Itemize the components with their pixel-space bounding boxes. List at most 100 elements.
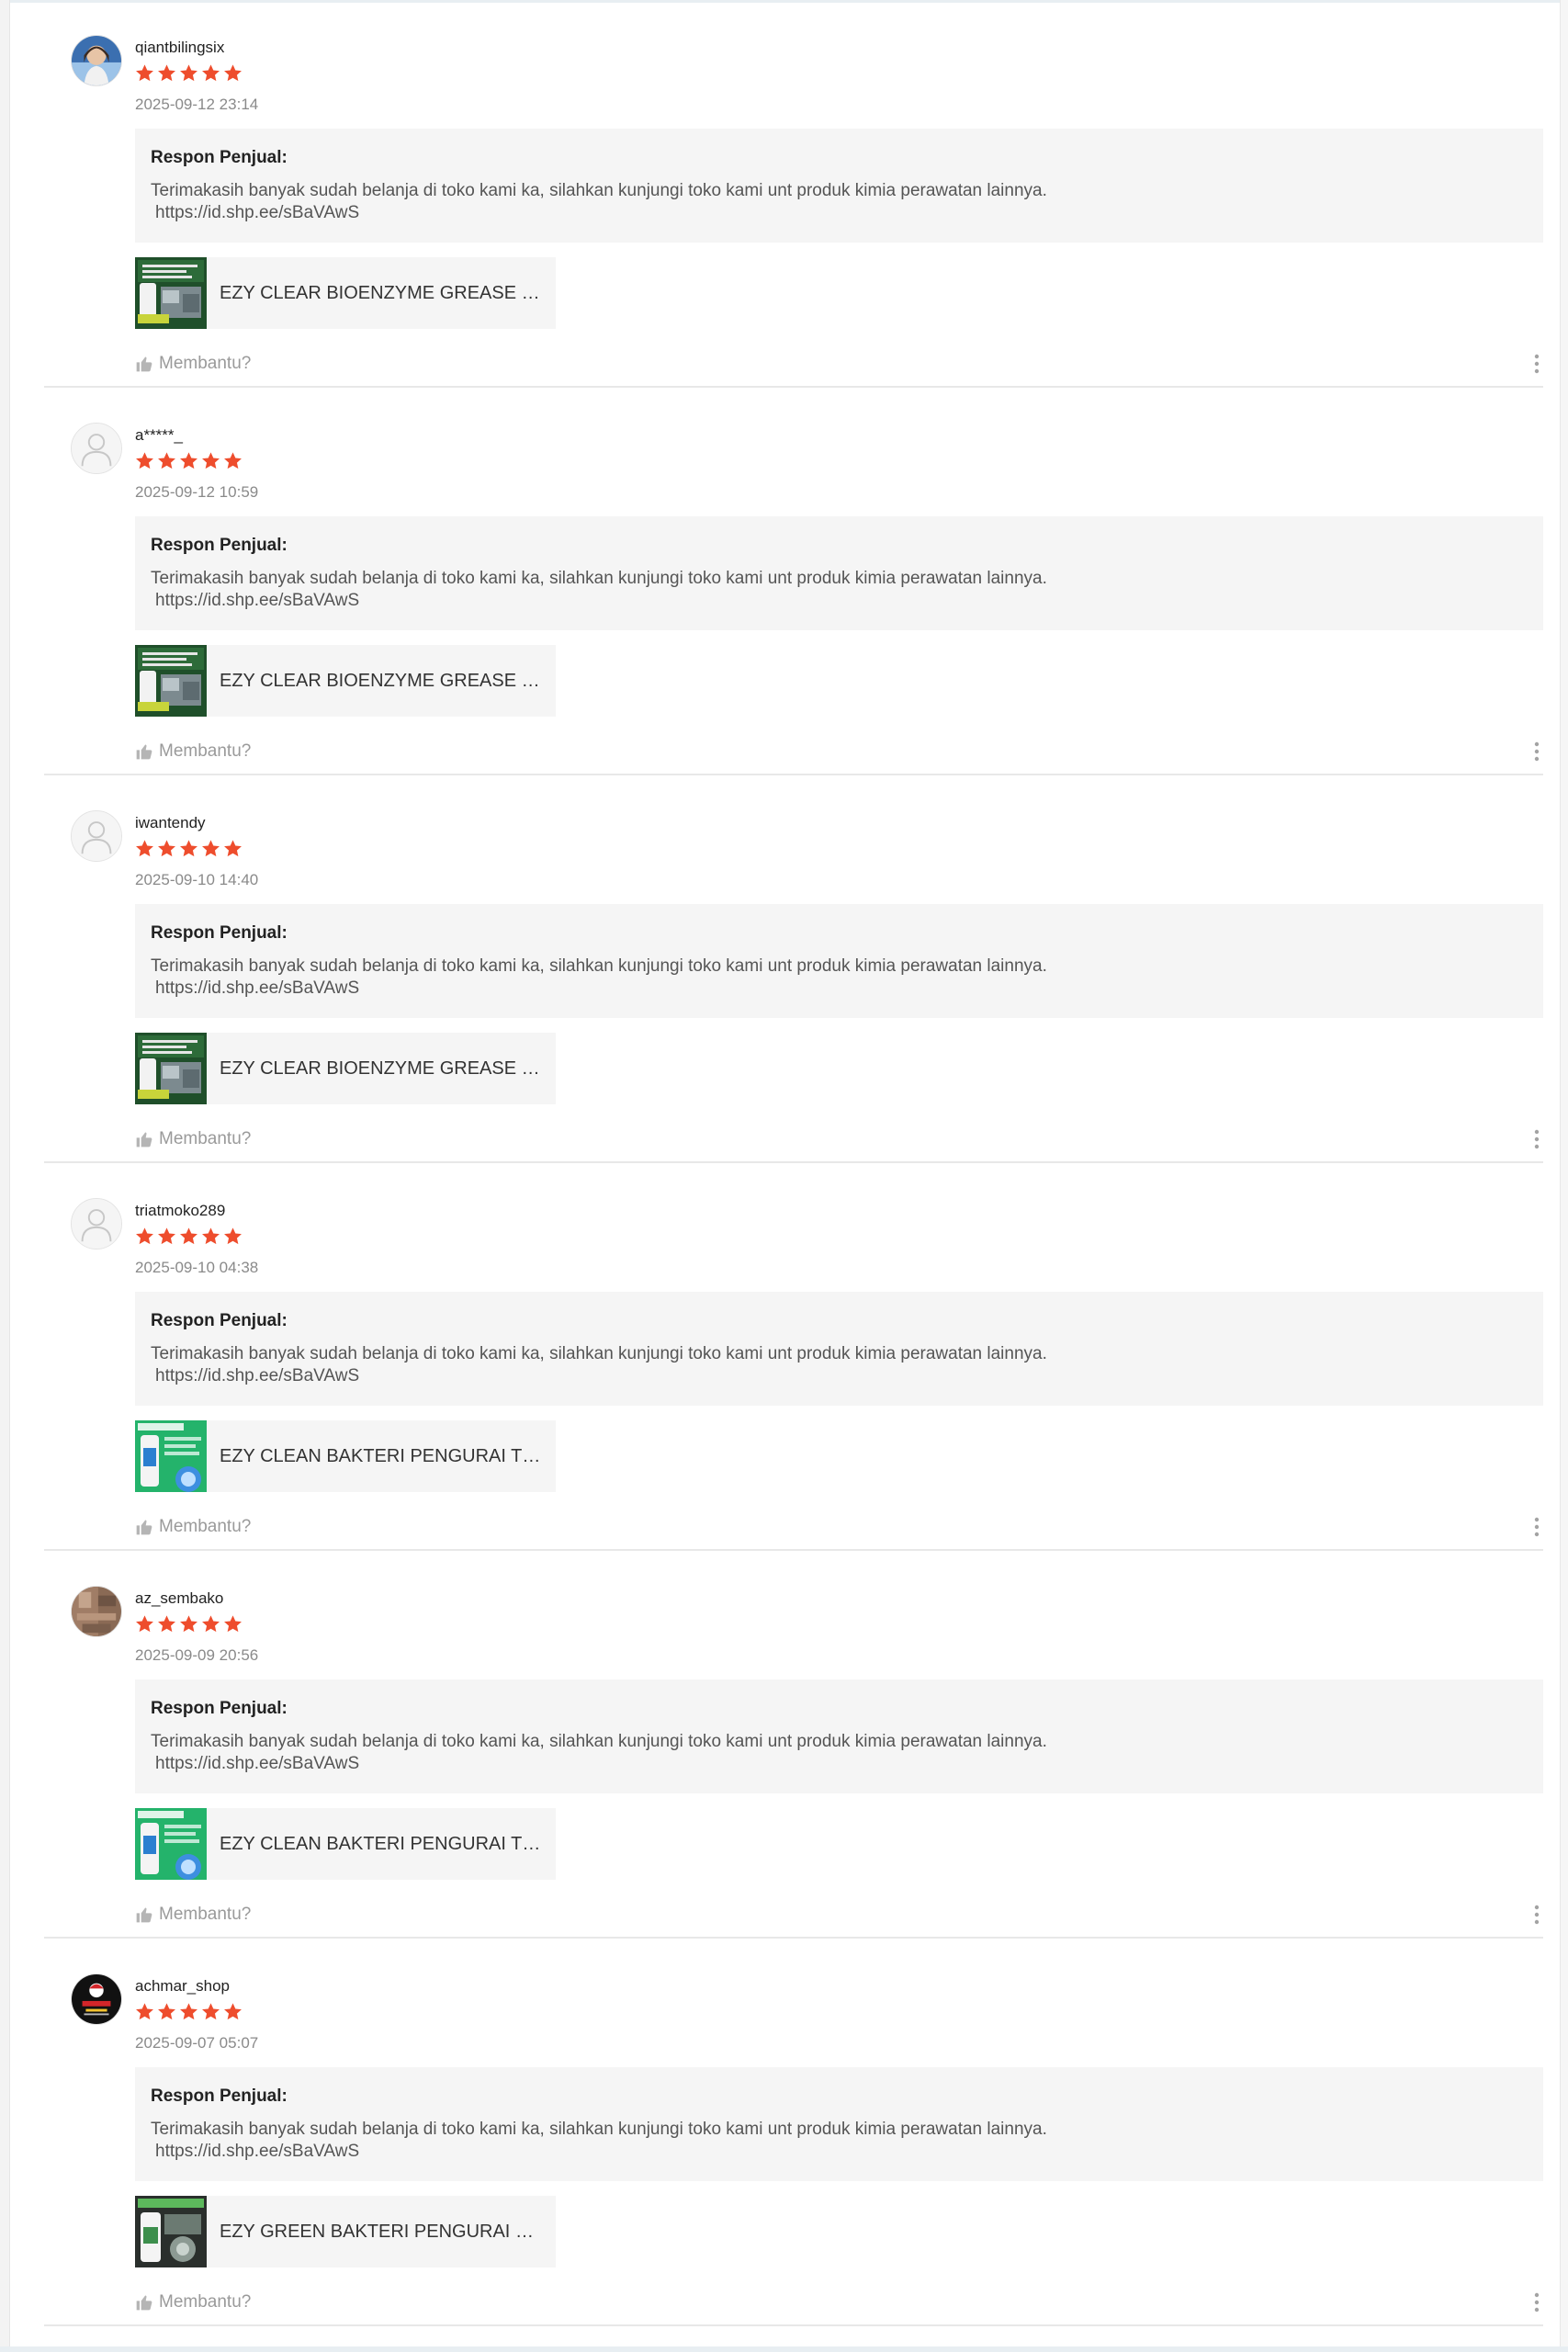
product-thumbnail [135, 1808, 207, 1880]
review-date: 2025-09-07 05:07 [135, 2034, 259, 2052]
product-name[interactable]: EZY CLEAN BAKTERI PENGURAI TINJA [220, 1834, 541, 1855]
right-edge [1560, 0, 1568, 2352]
star-icon [136, 64, 153, 82]
star-icon [158, 2003, 175, 2020]
more-vertical-icon [1534, 1517, 1540, 1537]
more-vertical-icon [1534, 354, 1540, 374]
response-link[interactable]: https://id.shp.ee/sBaVAwS [151, 1365, 1527, 1387]
product-name[interactable]: EZY CLEAR BIOENZYME GREASE EATER [220, 671, 541, 692]
more-vertical-icon [1534, 741, 1540, 762]
more-options-button[interactable] [1533, 1128, 1540, 1150]
product-name[interactable]: EZY CLEAR BIOENZYME GREASE EATER [220, 1058, 541, 1080]
response-link[interactable]: https://id.shp.ee/sBaVAwS [151, 202, 1527, 224]
review-item: az_sembako 2025-09-09 20:56 Respon Penju… [44, 1551, 1543, 1939]
thumbs-up-icon [136, 1907, 152, 1923]
star-icon [202, 2003, 220, 2020]
product-card[interactable]: EZY CLEAR BIOENZYME GREASE EATER [135, 645, 556, 717]
reviewer-name[interactable]: achmar_shop [135, 1977, 230, 1996]
more-options-button[interactable] [1533, 1516, 1540, 1538]
review-date: 2025-09-10 04:38 [135, 1259, 259, 1276]
product-card[interactable]: EZY CLEAR BIOENZYME GREASE EATER [135, 1033, 556, 1104]
helpful-button[interactable]: Membantu? [135, 741, 251, 762]
star-icon [180, 64, 197, 82]
response-text: Terimakasih banyak sudah belanja di toko… [151, 956, 1047, 976]
star-icon [136, 452, 153, 469]
more-options-button[interactable] [1533, 2291, 1540, 2313]
helpful-button[interactable]: Membantu? [135, 354, 251, 374]
user-avatar[interactable] [71, 1586, 122, 1637]
product-name[interactable]: EZY GREEN BAKTERI PENGURAI LIMBAH [220, 2222, 541, 2243]
thumbs-up-icon [136, 744, 152, 760]
rating-stars [135, 2002, 243, 2026]
response-title: Respon Penjual: [151, 536, 288, 555]
star-icon [202, 452, 220, 469]
star-icon [224, 64, 242, 82]
response-text: Terimakasih banyak sudah belanja di toko… [151, 569, 1047, 588]
response-link[interactable]: https://id.shp.ee/sBaVAwS [151, 2141, 1527, 2163]
reviewer-name[interactable]: az_sembako [135, 1589, 223, 1608]
star-icon [136, 840, 153, 857]
helpful-button[interactable]: Membantu? [135, 1517, 251, 1537]
response-link[interactable]: https://id.shp.ee/sBaVAwS [151, 978, 1527, 1000]
product-card[interactable]: EZY GREEN BAKTERI PENGURAI LIMBAH [135, 2196, 556, 2267]
seller-response: Respon Penjual: Terimakasih banyak sudah… [135, 1679, 1543, 1793]
helpful-label: Membantu? [159, 2292, 252, 2312]
star-icon [224, 2003, 242, 2020]
response-text: Terimakasih banyak sudah belanja di toko… [151, 1344, 1047, 1363]
user-avatar[interactable] [71, 810, 122, 862]
review-date: 2025-09-12 10:59 [135, 483, 259, 501]
product-card[interactable]: EZY CLEAN BAKTERI PENGURAI TINJA [135, 1420, 556, 1492]
star-icon [202, 1227, 220, 1245]
star-icon [136, 2003, 153, 2020]
response-link[interactable]: https://id.shp.ee/sBaVAwS [151, 590, 1527, 612]
response-link[interactable]: https://id.shp.ee/sBaVAwS [151, 1753, 1527, 1775]
review-item: triatmoko289 2025-09-10 04:38 Respon Pen… [44, 1163, 1543, 1551]
product-name[interactable]: EZY CLEAN BAKTERI PENGURAI TINJA [220, 1446, 541, 1467]
product-card[interactable]: EZY CLEAN BAKTERI PENGURAI TINJA [135, 1808, 556, 1880]
response-title: Respon Penjual: [151, 1311, 288, 1330]
product-thumbnail [135, 645, 207, 717]
product-thumbnail [135, 2196, 207, 2267]
star-icon [180, 1615, 197, 1633]
review-item: qiantbilingsix 2025-09-12 23:14 Respon P… [44, 0, 1543, 388]
rating-stars [135, 1614, 243, 1638]
seller-response: Respon Penjual: Terimakasih banyak sudah… [135, 2067, 1543, 2181]
review-date: 2025-09-12 23:14 [135, 96, 259, 113]
star-icon [180, 840, 197, 857]
thumbs-up-icon [136, 2295, 152, 2311]
star-icon [224, 1227, 242, 1245]
review-page: qiantbilingsix 2025-09-12 23:14 Respon P… [0, 0, 1568, 2352]
helpful-button[interactable]: Membantu? [135, 1905, 251, 1925]
star-icon [202, 64, 220, 82]
reviewer-name[interactable]: iwantendy [135, 814, 206, 832]
rating-stars [135, 63, 243, 87]
more-options-button[interactable] [1533, 1904, 1540, 1926]
star-icon [180, 1227, 197, 1245]
rating-stars [135, 451, 243, 475]
star-icon [158, 452, 175, 469]
helpful-button[interactable]: Membantu? [135, 1129, 251, 1149]
more-options-button[interactable] [1533, 353, 1540, 375]
user-avatar[interactable] [71, 1198, 122, 1250]
response-title: Respon Penjual: [151, 148, 288, 167]
more-options-button[interactable] [1533, 741, 1540, 763]
response-title: Respon Penjual: [151, 1699, 288, 1718]
user-avatar[interactable] [71, 1973, 122, 2025]
reviewer-name[interactable]: triatmoko289 [135, 1202, 225, 1220]
thumbs-up-icon [136, 1132, 152, 1148]
user-avatar[interactable] [71, 423, 122, 474]
user-avatar[interactable] [71, 35, 122, 86]
helpful-label: Membantu? [159, 1129, 252, 1148]
product-thumbnail [135, 1033, 207, 1104]
left-edge [0, 0, 10, 2352]
reviewer-name[interactable]: qiantbilingsix [135, 39, 224, 57]
product-card[interactable]: EZY CLEAR BIOENZYME GREASE EATER [135, 257, 556, 329]
product-name[interactable]: EZY CLEAR BIOENZYME GREASE EATER [220, 283, 541, 304]
helpful-button[interactable]: Membantu? [135, 2292, 251, 2312]
seller-response: Respon Penjual: Terimakasih banyak sudah… [135, 129, 1543, 243]
helpful-label: Membantu? [159, 354, 252, 373]
review-item: achmar_shop 2025-09-07 05:07 Respon Penj… [44, 1939, 1543, 2326]
bottom-edge [0, 2346, 1568, 2352]
response-title: Respon Penjual: [151, 923, 288, 943]
reviewer-name[interactable]: a*****_ [135, 426, 183, 445]
